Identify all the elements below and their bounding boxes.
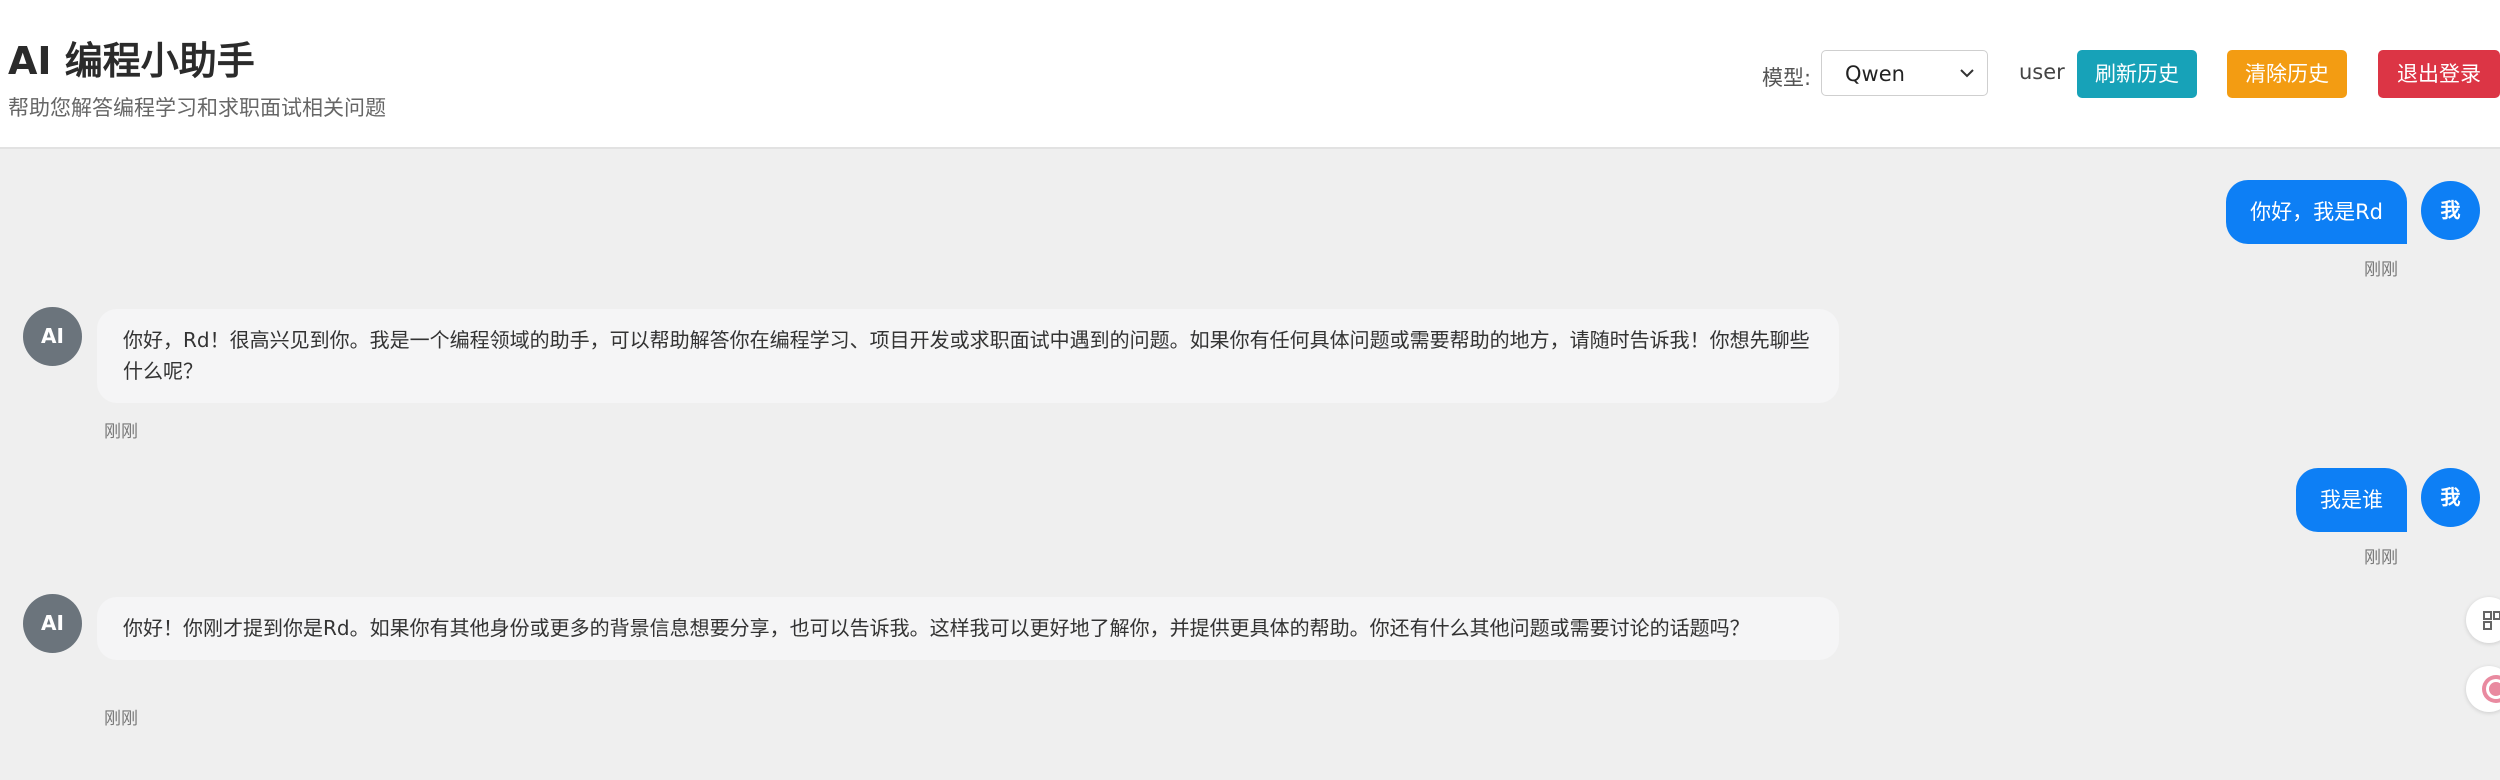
side-widget-translate[interactable]	[2466, 666, 2500, 712]
user-avatar: 我	[2421, 181, 2480, 240]
ai-avatar: AI	[23, 307, 82, 366]
ai-message-bubble: 你好，Rd！很高兴见到你。我是一个编程领域的助手，可以帮助解答你在编程学习、项目…	[97, 309, 1839, 403]
model-select-value: Qwen	[1845, 62, 1905, 86]
clear-history-button[interactable]: 清除历史	[2227, 50, 2347, 98]
model-select[interactable]: Qwen	[1821, 50, 1988, 96]
grid-icon	[2483, 611, 2500, 630]
message-time: 刚刚	[2364, 260, 2398, 280]
page-subtitle: 帮助您解答编程学习和求职面试相关问题	[8, 96, 386, 120]
page-title: AI 编程小助手	[8, 39, 255, 83]
logout-button[interactable]: 退出登录	[2378, 50, 2500, 98]
model-label: 模型:	[1762, 66, 1812, 90]
app-header: AI 编程小助手 帮助您解答编程学习和求职面试相关问题 模型: Qwen use…	[0, 0, 2500, 149]
ai-message-bubble: 你好！你刚才提到你是Rd。如果你有其他身份或更多的背景信息想要分享，也可以告诉我…	[97, 597, 1839, 660]
user-message-bubble: 我是谁	[2296, 468, 2407, 532]
message-time: 刚刚	[104, 709, 138, 729]
ai-avatar: AI	[23, 594, 82, 653]
message-time: 刚刚	[2364, 548, 2398, 568]
user-message-bubble: 你好，我是Rd	[2226, 180, 2407, 244]
translate-icon	[2482, 675, 2500, 703]
side-widget-grid[interactable]	[2466, 597, 2500, 643]
chevron-down-icon	[1960, 69, 1974, 78]
username: user	[2019, 60, 2065, 84]
message-time: 刚刚	[104, 422, 138, 442]
refresh-history-button[interactable]: 刷新历史	[2077, 50, 2197, 98]
user-avatar: 我	[2421, 468, 2480, 527]
